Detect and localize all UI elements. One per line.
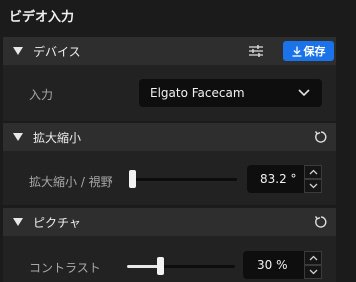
chevron-down-icon	[309, 183, 318, 189]
chevron-up-icon	[309, 169, 318, 175]
picture-section-header[interactable]: ピクチャ	[3, 208, 336, 236]
triangle-down-icon[interactable]	[13, 218, 23, 226]
reset-icon[interactable]	[314, 215, 328, 229]
contrast-slider[interactable]	[127, 257, 235, 275]
zoom-section: 拡大縮小 拡大縮小 / 視野 83.2 °	[3, 123, 336, 205]
zoom-section-title: 拡大縮小	[33, 131, 82, 145]
contrast-slider-fill	[127, 265, 161, 268]
save-button-label: 保存	[303, 45, 326, 58]
zoom-slider-thumb[interactable]	[129, 170, 136, 188]
input-device-select[interactable]: Elgato Facecam	[139, 79, 322, 107]
contrast-slider-thumb[interactable]	[157, 257, 164, 275]
picture-section: ピクチャ コントラスト 30 %	[3, 208, 336, 282]
zoom-step-down-button[interactable]	[304, 179, 322, 193]
triangle-down-icon[interactable]	[13, 133, 23, 141]
panel-title: ビデオ入力	[9, 10, 75, 25]
zoom-section-header[interactable]: 拡大縮小	[3, 123, 336, 151]
device-section-title: デバイス	[33, 45, 81, 59]
zoom-value: 83.2 °	[260, 172, 297, 186]
contrast-label: コントラスト	[29, 261, 101, 275]
chevron-down-icon	[298, 89, 310, 97]
contrast-step-down-button[interactable]	[304, 265, 322, 279]
contrast-value-field[interactable]: 30 %	[243, 251, 322, 279]
download-icon	[292, 46, 301, 57]
zoom-step-up-button[interactable]	[304, 165, 322, 179]
save-button[interactable]: 保存	[283, 41, 334, 61]
picture-section-title: ピクチャ	[33, 216, 81, 230]
zoom-slider[interactable]	[129, 170, 237, 188]
chevron-down-icon	[309, 269, 318, 275]
chevron-up-icon	[309, 255, 318, 261]
zoom-value-field[interactable]: 83.2 °	[247, 165, 322, 193]
triangle-down-icon[interactable]	[13, 47, 23, 55]
device-section: デバイス 保存 入力 Elgato Facecam	[3, 37, 336, 121]
contrast-value: 30 %	[257, 258, 288, 272]
zoom-fov-label: 拡大縮小 / 視野	[29, 175, 113, 189]
input-label: 入力	[29, 88, 54, 102]
zoom-stepper	[304, 165, 322, 193]
device-section-header[interactable]: デバイス 保存	[3, 37, 336, 65]
sliders-icon[interactable]	[248, 44, 264, 58]
contrast-step-up-button[interactable]	[304, 251, 322, 265]
reset-icon[interactable]	[314, 130, 328, 144]
input-device-value: Elgato Facecam	[150, 86, 245, 100]
contrast-stepper	[304, 251, 322, 279]
